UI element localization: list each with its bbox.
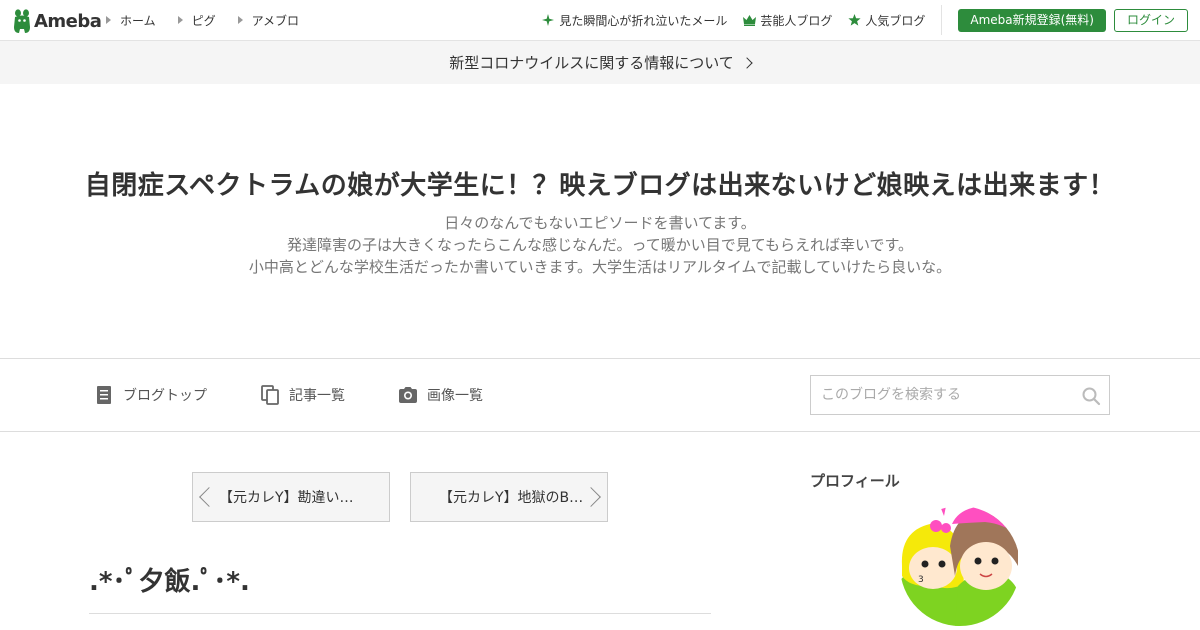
- ameba-logo[interactable]: Ameba: [12, 8, 102, 34]
- prev-entry-link[interactable]: 【元カレY】勘違い…: [192, 472, 390, 522]
- chevron-right-icon: [581, 487, 601, 507]
- blog-nav-images-label: 画像一覧: [427, 388, 483, 404]
- blog-nav-images[interactable]: 画像一覧: [398, 385, 483, 405]
- next-entry-link[interactable]: 【元カレY】地獄のB…: [410, 472, 608, 522]
- blog-nav-items: ブログトップ 記事一覧 画像一覧: [94, 359, 536, 431]
- profile-heading: プロフィール: [810, 472, 900, 490]
- avatar[interactable]: 3: [900, 506, 1020, 626]
- crown-icon: [743, 14, 757, 26]
- entry-title[interactable]: .*･ﾟ夕飯.ﾟ･*.: [89, 561, 250, 598]
- svg-text:3: 3: [918, 575, 924, 585]
- next-entry-label: 【元カレY】地獄のB…: [439, 490, 584, 506]
- nav-home[interactable]: ホーム: [106, 12, 156, 29]
- chevron-left-icon: [199, 487, 219, 507]
- triangle-right-icon: [237, 16, 243, 24]
- nav-ameblo[interactable]: アメブロ: [237, 12, 300, 29]
- prev-entry-label: 【元カレY】勘違い…: [219, 490, 354, 506]
- blog-search-input[interactable]: [811, 376, 1071, 414]
- blog-title[interactable]: 自閉症スペクトラムの娘が大学生に！？映えブログは出来ないけど娘映えは出来ます！: [0, 165, 1200, 202]
- sparkle-icon: [542, 14, 555, 26]
- login-button[interactable]: ログイン: [1113, 8, 1188, 32]
- link-celebrity-blog[interactable]: 芸能人ブログ: [743, 12, 832, 29]
- blog-nav-entries-label: 記事一覧: [289, 388, 345, 404]
- blog-nav-entries[interactable]: 記事一覧: [260, 385, 345, 405]
- blog-description-line: 小中高とどんな学校生活だったか書いていきます。大学生活はリアルタイムで記載してい…: [248, 258, 952, 276]
- link-featured-label: 見た瞬間心が折れ泣いたメール: [559, 13, 728, 28]
- global-header: Ameba ホーム ピグ アメブロ 見た瞬間心が折れ泣いたメール 芸能人ブログ …: [0, 0, 1200, 41]
- chevron-right-icon: [741, 57, 753, 69]
- triangle-right-icon: [177, 16, 183, 24]
- link-celebrity-label: 芸能人ブログ: [760, 13, 833, 28]
- blog-nav-top-label: ブログトップ: [123, 388, 207, 404]
- nav-home-label: ホーム: [120, 13, 156, 28]
- blog-description: 日々のなんでもないエピソードを書いてます。 発達障害の子は大きくなったらこんな感…: [0, 212, 1200, 278]
- logo-text: Ameba: [34, 10, 102, 32]
- link-popular-label: 人気ブログ: [865, 13, 926, 28]
- header-right: 見た瞬間心が折れ泣いたメール 芸能人ブログ 人気ブログ Ameba新規登録(無料…: [542, 0, 1200, 40]
- document-icon: [94, 385, 114, 405]
- camera-icon: [398, 385, 418, 405]
- link-featured-article[interactable]: 見た瞬間心が折れ泣いたメール: [542, 12, 727, 29]
- global-nav: ホーム ピグ アメブロ: [106, 0, 321, 40]
- search-icon[interactable]: [1081, 386, 1101, 406]
- blog-description-line: 日々のなんでもないエピソードを書いてます。: [444, 214, 756, 232]
- notice-text: 新型コロナウイルスに関する情報について: [449, 54, 734, 72]
- nav-pigg[interactable]: ピグ: [177, 12, 216, 29]
- nav-ameblo-label: アメブロ: [251, 13, 300, 28]
- header-divider: [941, 5, 943, 35]
- divider: [89, 613, 711, 614]
- triangle-right-icon: [106, 16, 111, 24]
- link-popular-blog[interactable]: 人気ブログ: [848, 12, 925, 29]
- covid-notice-bar[interactable]: 新型コロナウイルスに関する情報について: [0, 41, 1200, 84]
- copy-icon: [260, 385, 280, 405]
- register-button[interactable]: Ameba新規登録(無料): [958, 8, 1106, 32]
- blog-nav: ブログトップ 記事一覧 画像一覧: [0, 358, 1200, 432]
- star-icon: [848, 14, 861, 26]
- blog-nav-top[interactable]: ブログトップ: [94, 385, 207, 405]
- blog-description-line: 発達障害の子は大きくなったらこんな感じなんだ。って暖かい目で見てもらえれば幸いで…: [286, 236, 914, 254]
- blog-search-box: [810, 375, 1110, 415]
- nav-pigg-label: ピグ: [191, 13, 216, 28]
- ameba-mascot-icon: [12, 8, 32, 34]
